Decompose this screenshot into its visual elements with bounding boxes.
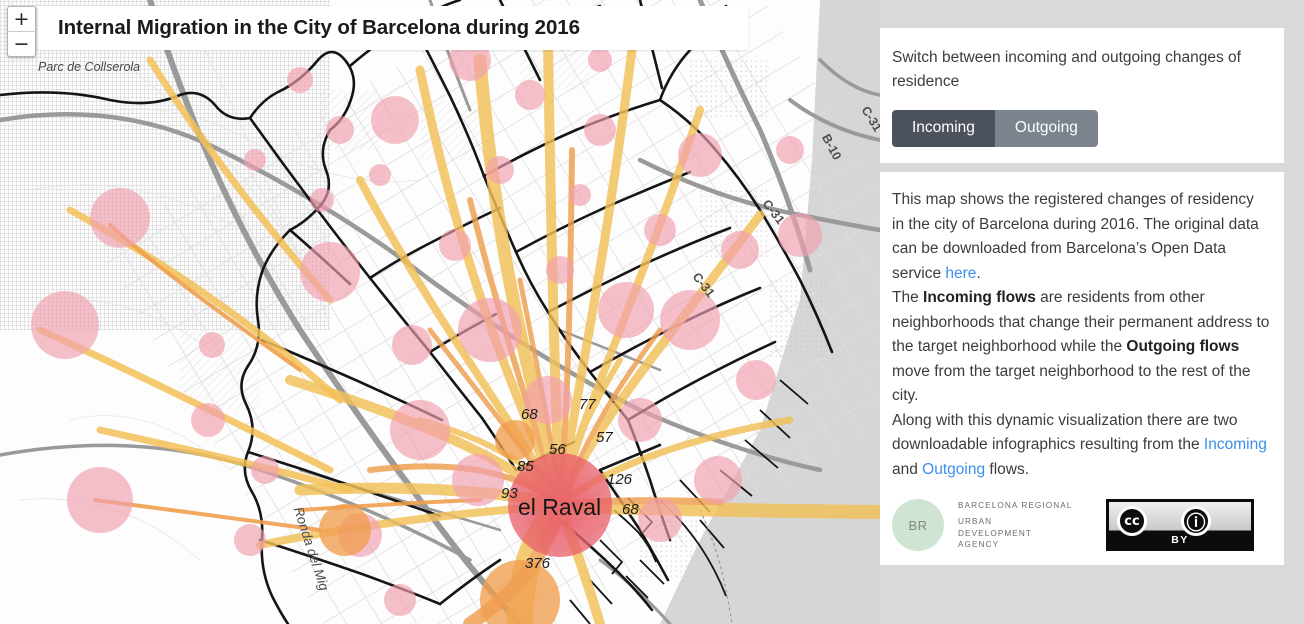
page-title: Internal Migration in the City of Barcel… [58,16,580,39]
info-p3-text-a: Along with this dynamic visualization th… [892,411,1238,454]
hub-marker [508,453,612,557]
switch-panel: Switch between incoming and outgoing cha… [880,28,1284,163]
barcelona-regional-logo: BR [892,499,944,551]
info-paragraph-3: Along with this dynamic visualization th… [892,409,1270,483]
map-vector-layer [0,0,880,624]
outgoing-flows-emphasis: Outgoing flows [1126,338,1240,355]
outgoing-infographic-link[interactable]: Outgoing [922,461,985,478]
map-title-bar: Internal Migration in the City of Barcel… [38,6,748,50]
info-p2-text-d: move from the target neighborhood to the… [892,362,1251,405]
info-panel: This map shows the registered changes of… [880,172,1284,565]
incoming-infographic-link[interactable]: Incoming [1204,436,1267,453]
organization-name: BARCELONA REGIONAL URBAN DEVELOPMENT AGE… [958,500,1072,551]
outgoing-button[interactable]: Outgoing [994,110,1098,147]
info-p3-text-b: and [892,460,923,478]
incoming-button[interactable]: Incoming [892,110,995,147]
cc-badge-inner: cc ⓘ BY [1109,502,1251,548]
incoming-flows-emphasis: Incoming flows [923,289,1036,306]
org-line-1: BARCELONA REGIONAL [958,500,1073,510]
zoom-in-button[interactable]: + [8,7,35,32]
info-p1-text-b: . [976,264,981,282]
org-line-2: URBAN [958,517,993,526]
zoom-out-button[interactable]: − [8,32,35,56]
zoom-control[interactable]: + − [7,6,36,57]
switch-help-text: Switch between incoming and outgoing cha… [892,49,1241,90]
flow-direction-toggle[interactable]: Incoming Outgoing [892,110,1098,147]
credits-row: BR BARCELONA REGIONAL URBAN DEVELOPMENT … [892,499,1270,551]
open-data-link[interactable]: here [945,265,976,282]
info-paragraph-2: The Incoming flows are residents from ot… [892,286,1270,409]
map-canvas[interactable]: + − Internal Migration in the City of Ba… [0,0,880,624]
org-line-4: AGENCY [958,540,1000,549]
info-p3-text-c: flows. [985,460,1030,478]
cc-by-label: BY [1171,534,1189,546]
info-paragraph-1: This map shows the registered changes of… [892,188,1270,286]
creative-commons-badge[interactable]: cc ⓘ BY [1106,499,1254,551]
info-p2-text-a: The [892,289,924,306]
org-line-3: DEVELOPMENT [958,528,1032,538]
